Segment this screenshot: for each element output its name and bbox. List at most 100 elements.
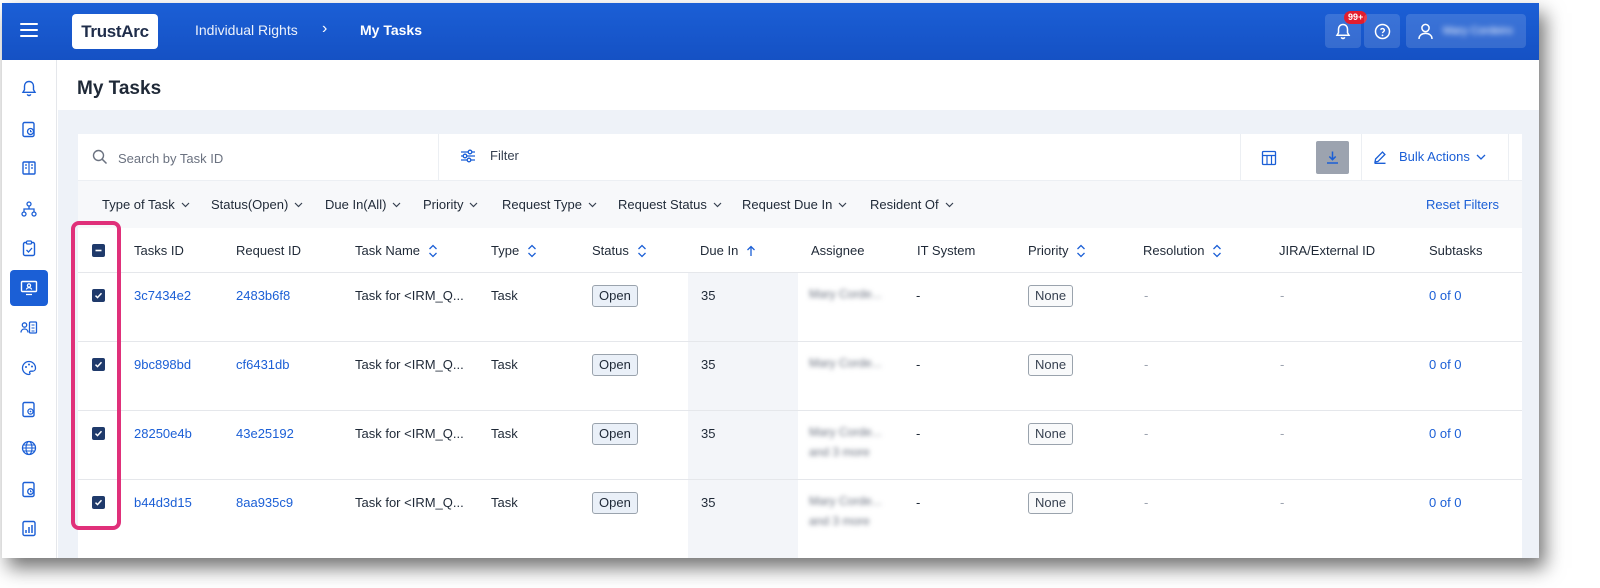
column-header-request-id: Request ID	[236, 243, 302, 258]
download-button[interactable]	[1316, 141, 1349, 174]
user-list-icon	[20, 321, 38, 334]
sidebar-item-users[interactable]	[10, 310, 48, 346]
assignee-name: Mary Corde...	[809, 287, 882, 301]
filter-chip-resident-of[interactable]: Resident Of	[870, 197, 954, 212]
row-checkbox[interactable]	[92, 289, 105, 302]
column-header-status: Status	[592, 243, 647, 258]
table-row[interactable]: 9bc898bd cf6431db Task for <IRM_Q... Tas…	[78, 342, 1522, 411]
jira-id-value: -	[1280, 426, 1285, 441]
request-id-link[interactable]: 2483b6f8	[236, 288, 290, 303]
table-columns-icon	[1261, 150, 1277, 166]
filter-chip-request-due-in[interactable]: Request Due In	[742, 197, 847, 212]
table-row[interactable]: 3c7434e2 2483b6f8 Task for <IRM_Q... Tas…	[78, 273, 1522, 342]
sort-icon[interactable]	[1076, 244, 1086, 258]
filter-chip-priority[interactable]: Priority	[423, 197, 478, 212]
help-button[interactable]	[1364, 14, 1400, 48]
bell-icon	[1335, 23, 1351, 39]
breadcrumb-parent[interactable]: Individual Rights	[195, 22, 298, 38]
filter-chip-type-of-task[interactable]: Type of Task	[102, 197, 190, 212]
user-name: Mary Cordeiro	[1443, 25, 1513, 37]
assignee-more[interactable]: and 3 more	[809, 511, 882, 531]
row-checkbox[interactable]	[92, 496, 105, 509]
table-row[interactable]: 28250e4b 43e25192 Task for <IRM_Q... Tas…	[78, 411, 1522, 480]
breadcrumb-separator-icon: ›	[322, 20, 328, 37]
assignee-more[interactable]: and 3 more	[809, 442, 882, 462]
column-header-assignee: Assignee	[811, 243, 865, 258]
subtasks-link[interactable]: 0 of 0	[1429, 426, 1462, 441]
jira-id-value: -	[1280, 495, 1285, 510]
column-header-tasks-id: Tasks ID	[134, 243, 184, 258]
sidebar-item-documents[interactable]	[10, 391, 48, 427]
assignee-cell: Mary Corde... and 3 more	[809, 491, 882, 531]
due-in-value: 35	[701, 288, 716, 303]
sort-icon[interactable]	[637, 244, 647, 258]
resolution-value: -	[1144, 426, 1149, 441]
sidebar-item-individual-rights[interactable]	[10, 270, 48, 306]
subtasks-link[interactable]: 0 of 0	[1429, 288, 1462, 303]
task-id-link[interactable]: 3c7434e2	[134, 288, 191, 303]
network-icon	[21, 201, 37, 217]
table-header: Tasks ID Request ID Task Name Type Statu…	[78, 228, 1522, 273]
task-id-link[interactable]: b44d3d15	[134, 495, 192, 510]
reset-filters-link[interactable]: Reset Filters	[1426, 197, 1499, 212]
column-header-jira-external-id: JIRA/External ID	[1279, 243, 1376, 258]
request-id-link[interactable]: cf6431db	[236, 357, 290, 372]
bell-icon	[21, 80, 37, 96]
sort-icon[interactable]	[527, 244, 537, 258]
assignee-cell: Mary Corde... and 3 more	[809, 422, 882, 462]
row-checkbox[interactable]	[92, 427, 105, 440]
task-id-link[interactable]: 28250e4b	[134, 426, 192, 441]
sort-icon[interactable]	[1212, 244, 1222, 258]
chevron-down-icon	[392, 202, 401, 207]
table-row[interactable]: b44d3d15 8aa935c9 Task for <IRM_Q... Tas…	[78, 480, 1522, 549]
bulk-actions-button[interactable]: Bulk Actions	[1373, 149, 1486, 164]
filter-label: Filter	[490, 148, 519, 163]
globe-icon	[21, 440, 37, 456]
sort-icon[interactable]	[428, 244, 438, 258]
palette-icon	[21, 360, 37, 376]
column-header-due-in: Due In	[700, 243, 756, 258]
clipboard-check-icon	[22, 239, 36, 256]
book-icon	[22, 161, 36, 175]
search-input[interactable]	[118, 146, 418, 170]
sidebar-item-reports[interactable]	[10, 510, 48, 546]
sidebar-item-cookies[interactable]	[10, 350, 48, 386]
filter-chip-request-type[interactable]: Request Type	[502, 197, 597, 212]
task-type: Task	[491, 495, 518, 510]
select-all-checkbox[interactable]	[92, 244, 105, 257]
filter-chip-status[interactable]: Status(Open)	[211, 197, 303, 212]
task-name: Task for <IRM_Q...	[355, 495, 464, 510]
menu-icon[interactable]	[20, 23, 38, 37]
sidebar-item-assessments[interactable]	[10, 230, 48, 266]
filter-chip-due-in[interactable]: Due In(All)	[325, 197, 401, 212]
subtasks-link[interactable]: 0 of 0	[1429, 357, 1462, 372]
task-name: Task for <IRM_Q...	[355, 288, 464, 303]
user-menu-button[interactable]: Mary Cordeiro	[1406, 14, 1526, 48]
sidebar-item-data-flows[interactable]	[10, 191, 48, 227]
sidebar-item-library[interactable]	[10, 150, 48, 186]
chevron-down-icon	[294, 202, 303, 207]
filter-button[interactable]: Filter	[460, 148, 519, 163]
row-checkbox[interactable]	[92, 358, 105, 371]
main-content: My Tasks Filter	[58, 60, 1539, 558]
download-icon	[1327, 151, 1338, 164]
column-settings-button[interactable]	[1254, 145, 1284, 171]
sidebar-item-activity[interactable]	[10, 111, 48, 147]
request-id-link[interactable]: 43e25192	[236, 426, 294, 441]
chevron-down-icon	[588, 202, 597, 207]
sidebar-item-global[interactable]	[10, 430, 48, 466]
sidebar-item-notifications[interactable]	[10, 70, 48, 106]
request-id-link[interactable]: 8aa935c9	[236, 495, 293, 510]
minus-icon	[95, 249, 102, 252]
resolution-value: -	[1144, 495, 1149, 510]
sort-ascending-icon[interactable]	[746, 245, 756, 257]
sidebar-item-schedules[interactable]	[10, 471, 48, 507]
subtasks-link[interactable]: 0 of 0	[1429, 495, 1462, 510]
app-logo[interactable]: TrustArc	[72, 14, 158, 49]
filter-chip-request-status[interactable]: Request Status	[618, 197, 722, 212]
task-id-link[interactable]: 9bc898bd	[134, 357, 191, 372]
notifications-button[interactable]: 99+	[1325, 11, 1368, 48]
sliders-icon	[461, 149, 475, 162]
priority-badge: None	[1028, 354, 1074, 376]
chevron-down-icon	[1476, 154, 1486, 160]
